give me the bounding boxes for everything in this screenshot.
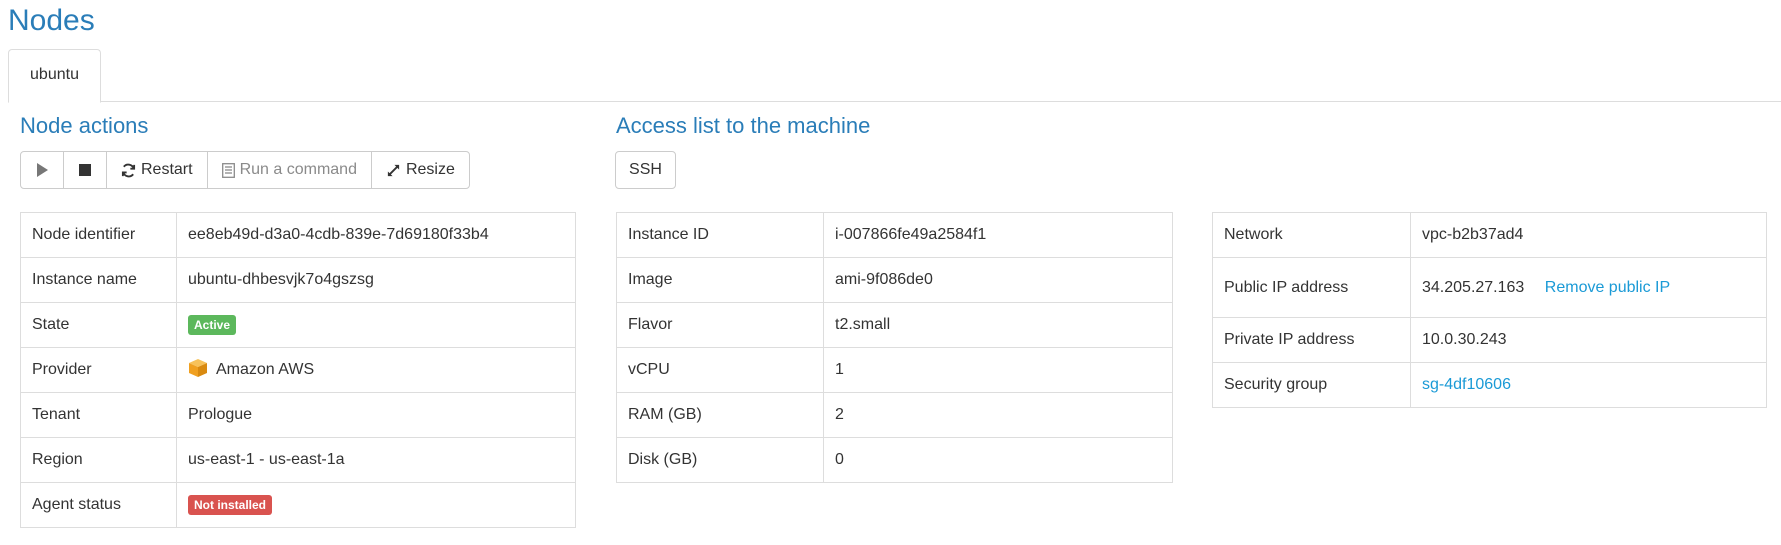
- agent-status-badge: Not installed: [188, 495, 273, 515]
- row-value: ee8eb49d-d3a0-4cdb-839e-7d69180f33b4: [176, 212, 576, 258]
- node-actions-title: Node actions: [20, 113, 149, 138]
- row-value: ami-9f086de0: [823, 257, 1173, 303]
- row-value: sg-4df10606: [1410, 362, 1767, 408]
- row-label: Agent status: [20, 482, 177, 528]
- row-label: Disk (GB): [616, 437, 824, 483]
- resize-label: Resize: [405, 161, 455, 178]
- row-value: t2.small: [823, 302, 1173, 348]
- stop-icon: [79, 164, 91, 176]
- resize-button[interactable]: Resize: [370, 151, 470, 189]
- row-label: Image: [616, 257, 824, 303]
- table-row: Disk (GB) 0: [616, 437, 1173, 483]
- instance-details-table: Instance ID i-007866fe49a2584f1 Image am…: [616, 212, 1173, 483]
- row-label: Network: [1212, 212, 1411, 258]
- stop-button[interactable]: [63, 151, 107, 189]
- table-row: State Active: [20, 302, 576, 348]
- table-row: Node identifier ee8eb49d-d3a0-4cdb-839e-…: [20, 212, 576, 258]
- row-label: Instance name: [20, 257, 177, 303]
- row-label: Provider: [20, 347, 177, 393]
- table-row: vCPU 1: [616, 347, 1173, 393]
- access-list-title: Access list to the machine: [616, 113, 871, 138]
- node-actions-toolbar: Restart Run a command Resize: [20, 151, 470, 189]
- row-value: ubuntu-dhbesvjk7o4gszsg: [176, 257, 576, 303]
- row-label: Instance ID: [616, 212, 824, 258]
- table-row: Agent status Not installed: [20, 482, 576, 528]
- row-value: us-east-1 - us-east-1a: [176, 437, 576, 483]
- table-row: Network vpc-b2b37ad4: [1212, 212, 1767, 258]
- page-title: Nodes: [8, 4, 95, 37]
- table-row: Tenant Prologue: [20, 392, 576, 438]
- row-label: RAM (GB): [616, 392, 824, 438]
- node-details-table: Node identifier ee8eb49d-d3a0-4cdb-839e-…: [20, 212, 576, 528]
- table-row: Public IP address 34.205.27.163 Remove p…: [1212, 257, 1767, 318]
- tab-ubuntu[interactable]: ubuntu: [8, 49, 101, 103]
- row-value: Prologue: [176, 392, 576, 438]
- table-row: RAM (GB) 2: [616, 392, 1173, 438]
- document-icon: [221, 162, 235, 178]
- start-button[interactable]: [20, 151, 64, 189]
- run-command-label: Run a command: [239, 161, 357, 178]
- row-value: 1: [823, 347, 1173, 393]
- row-value: i-007866fe49a2584f1: [823, 212, 1173, 258]
- table-row: Region us-east-1 - us-east-1a: [20, 437, 576, 483]
- table-row: Instance ID i-007866fe49a2584f1: [616, 212, 1173, 258]
- row-label: Node identifier: [20, 212, 177, 258]
- restart-button[interactable]: Restart: [106, 151, 208, 189]
- row-value: 34.205.27.163 Remove public IP: [1410, 257, 1767, 318]
- resize-icon: [386, 163, 401, 178]
- network-details-table: Network vpc-b2b37ad4 Public IP address 3…: [1212, 212, 1767, 408]
- table-row: Image ami-9f086de0: [616, 257, 1173, 303]
- row-value: Amazon AWS: [176, 347, 576, 393]
- row-label: vCPU: [616, 347, 824, 393]
- row-value: 2: [823, 392, 1173, 438]
- row-value: 10.0.30.243: [1410, 317, 1767, 363]
- table-row: Instance name ubuntu-dhbesvjk7o4gszsg: [20, 257, 576, 303]
- row-value: 0: [823, 437, 1173, 483]
- row-label: Security group: [1212, 362, 1411, 408]
- public-ip-value: 34.205.27.163: [1422, 278, 1525, 296]
- row-label: Region: [20, 437, 177, 483]
- tab-bar: ubuntu: [8, 49, 1781, 103]
- status-badge: Active: [188, 315, 237, 335]
- refresh-icon: [121, 163, 136, 178]
- row-value: Active: [176, 302, 576, 348]
- provider-name: Amazon AWS: [216, 360, 315, 378]
- table-row: Security group sg-4df10606: [1212, 362, 1767, 408]
- table-row: Private IP address 10.0.30.243: [1212, 317, 1767, 363]
- restart-label: Restart: [141, 161, 193, 178]
- remove-public-ip-link[interactable]: Remove public IP: [1545, 279, 1670, 296]
- row-label: Tenant: [20, 392, 177, 438]
- run-command-button[interactable]: Run a command: [206, 151, 372, 189]
- security-group-link[interactable]: sg-4df10606: [1422, 376, 1511, 393]
- play-icon: [37, 163, 48, 177]
- aws-icon: [188, 358, 208, 383]
- row-value: Not installed: [176, 482, 576, 528]
- row-label: State: [20, 302, 177, 348]
- row-label: Public IP address: [1212, 257, 1411, 318]
- row-label: Flavor: [616, 302, 824, 348]
- table-row: Flavor t2.small: [616, 302, 1173, 348]
- row-value: vpc-b2b37ad4: [1410, 212, 1767, 258]
- ssh-button[interactable]: SSH: [615, 151, 676, 189]
- row-label: Private IP address: [1212, 317, 1411, 363]
- table-row: Provider Amazon AWS: [20, 347, 576, 393]
